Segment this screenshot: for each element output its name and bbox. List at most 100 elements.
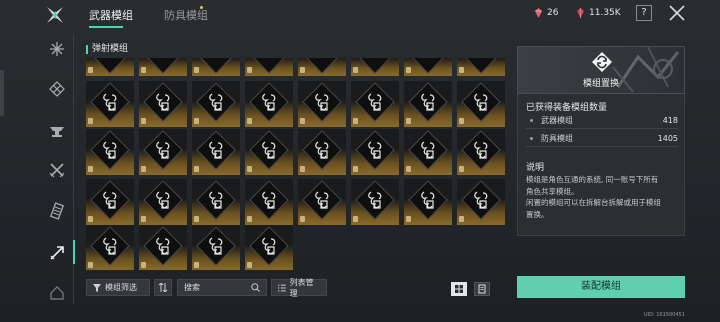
module-slot[interactable] [404,58,452,76]
swords-icon[interactable] [48,161,66,179]
list-view-toggle[interactable] [474,282,490,296]
lock-icon [247,216,252,222]
module-slot[interactable] [457,81,505,127]
module-slot[interactable] [245,179,293,225]
list-manage-button[interactable]: 列表管理 [271,278,327,298]
tab-weapon-mods[interactable]: 武器模组 [89,7,133,28]
uid-label: UID: 161500451 [644,312,685,318]
rail-item-arrow-active[interactable] [48,240,75,264]
ornament-icon[interactable] [48,80,66,98]
stat-value: 1405 [657,134,678,143]
dragon-emblem-icon [418,189,438,211]
stat-value: 418 [662,116,678,125]
top-bar: 武器模组 防具模组 26 11.35K ? [0,0,720,30]
lock-icon [406,166,411,172]
module-slot[interactable] [457,179,505,225]
module-slot[interactable] [192,129,240,175]
dragon-emblem-icon [153,189,173,211]
module-slot[interactable] [192,58,240,76]
dragon-emblem-icon [471,189,491,211]
module-slot[interactable] [298,179,346,225]
module-slot[interactable] [351,58,399,76]
module-slot[interactable] [457,58,505,76]
module-slot[interactable] [245,81,293,127]
lock-icon [88,67,93,73]
side-drawer-handle[interactable] [0,70,4,116]
dragon-emblem-icon [100,139,120,161]
cartridge-icon[interactable] [48,202,66,220]
module-slot[interactable] [298,58,346,76]
owned-count-title: 已获得装备模组数量 [526,103,608,113]
module-slot[interactable] [139,129,187,175]
mod-exchange-card[interactable]: 模组置换 [517,46,685,94]
equip-mod-button[interactable]: 装配模组 [517,276,685,298]
lock-icon [353,216,358,222]
lock-icon [141,118,146,124]
lock-icon [88,166,93,172]
home-icon[interactable] [48,284,66,302]
module-slot[interactable] [192,179,240,225]
dragon-emblem-icon [206,235,226,257]
module-slot[interactable] [139,179,187,225]
stat-weapon-mods: 武器模组 418 [526,113,678,129]
lock-icon [459,118,464,124]
snowflake-icon[interactable] [48,40,66,58]
lock-icon [300,216,305,222]
logo-icon[interactable] [44,4,66,26]
module-slot[interactable] [139,81,187,127]
lock-icon [194,262,199,268]
lock-icon [247,118,252,124]
lock-icon [247,67,252,73]
active-tab-indicator [89,26,123,28]
module-slot[interactable] [192,225,240,270]
module-slot[interactable] [404,179,452,225]
tab-armor-mods[interactable]: 防具模组 [164,7,208,23]
grid-view-toggle[interactable] [451,282,467,296]
search-input[interactable]: 搜索 [177,279,267,296]
filter-button[interactable]: 模组筛选 [86,279,150,296]
module-frame [196,58,236,74]
module-slot[interactable] [298,81,346,127]
lock-icon [406,216,411,222]
module-slot[interactable] [86,129,134,175]
lock-icon [353,67,358,73]
module-slot[interactable] [139,225,187,270]
module-slot[interactable] [192,81,240,127]
sort-button[interactable] [154,279,172,296]
module-slot[interactable] [245,225,293,270]
module-slot[interactable] [351,81,399,127]
module-slot[interactable] [86,58,134,76]
module-grid [86,58,506,270]
module-slot[interactable] [351,179,399,225]
module-slot[interactable] [139,58,187,76]
module-frame [355,58,395,74]
module-slot[interactable] [404,81,452,127]
module-slot[interactable] [298,129,346,175]
module-slot[interactable] [245,129,293,175]
description-line: 闲置的模组可以在拆解台拆解或用于模组 [526,198,661,207]
module-slot[interactable] [351,129,399,175]
currency-value: 11.35K [589,8,621,18]
module-slot[interactable] [457,129,505,175]
currency-crystals[interactable]: 11.35K [576,8,621,18]
module-frame [249,58,289,74]
lock-icon [459,166,464,172]
lock-icon [300,67,305,73]
dragon-emblem-icon [418,91,438,113]
lock-icon [141,262,146,268]
module-slot[interactable] [86,179,134,225]
lock-icon [353,118,358,124]
dragon-emblem-icon [153,91,173,113]
anvil-icon[interactable] [48,122,66,140]
dragon-emblem-icon [259,139,279,161]
help-button[interactable]: ? [636,5,652,21]
module-frame [143,58,183,74]
currency-value: 26 [547,8,559,18]
currency-gems[interactable]: 26 [534,8,558,18]
module-slot[interactable] [86,225,134,270]
module-slot[interactable] [404,129,452,175]
module-slot[interactable] [86,81,134,127]
close-icon[interactable] [668,4,686,22]
module-slot[interactable] [245,58,293,76]
dragon-emblem-icon [206,189,226,211]
